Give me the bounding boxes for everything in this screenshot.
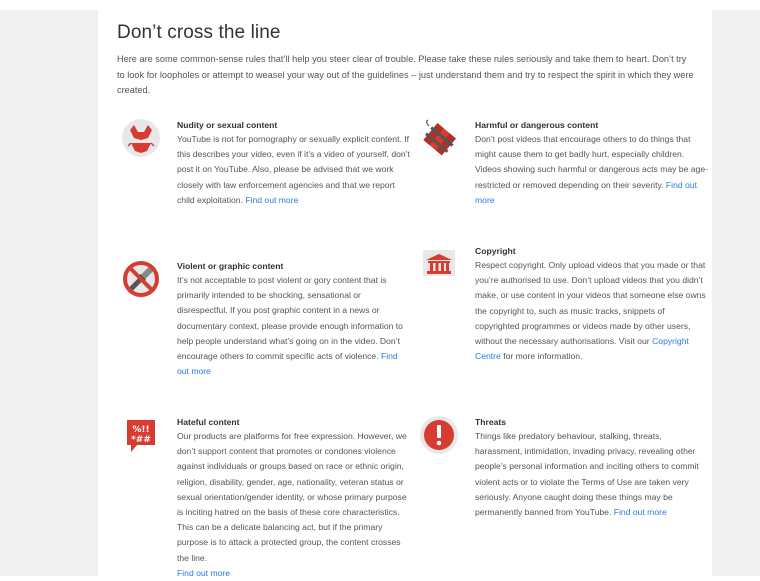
section-violent: Violent or graphic content It’s not acce… bbox=[123, 259, 412, 379]
section-harmful: Harmful or dangerous content Don’t post … bbox=[423, 118, 710, 208]
section-body: Our products are platforms for free expr… bbox=[177, 431, 407, 578]
page-margin-left bbox=[0, 10, 98, 576]
section-body: Don’t post videos that encourage others … bbox=[475, 134, 708, 205]
section-threats: Threats Things like predatory behaviour,… bbox=[420, 415, 710, 520]
section-hateful: %!! *## Hateful content Our products are… bbox=[127, 415, 412, 581]
section-title: Hateful content bbox=[177, 417, 240, 427]
find-out-more-link[interactable]: Find out more bbox=[245, 195, 298, 205]
find-out-more-link[interactable]: Find out more bbox=[177, 568, 230, 578]
find-out-more-link[interactable]: Find out more bbox=[614, 507, 667, 517]
intro-text: Here are some common-sense rules that’ll… bbox=[117, 54, 694, 95]
section-body: Respect copyright. Only upload videos th… bbox=[475, 260, 706, 362]
section-title: Violent or graphic content bbox=[177, 261, 284, 271]
exclamation-icon bbox=[420, 416, 458, 454]
speech-bubble-symbols-icon: %!! *## bbox=[127, 420, 155, 452]
section-nudity: Nudity or sexual content YouTube is not … bbox=[122, 118, 412, 208]
dynamite-icon bbox=[423, 119, 456, 156]
guidelines-panel: Don’t cross the line Here are some commo… bbox=[98, 10, 712, 578]
section-body: YouTube is not for pornography or sexual… bbox=[177, 134, 410, 205]
bikini-icon bbox=[122, 119, 160, 157]
svg-text:*##: *## bbox=[131, 435, 151, 445]
page-title: Don’t cross the line bbox=[117, 22, 281, 43]
section-title: Harmful or dangerous content bbox=[475, 120, 599, 130]
section-body: Things like predatory behaviour, stalkin… bbox=[475, 431, 699, 518]
courthouse-icon bbox=[423, 250, 455, 276]
section-title: Threats bbox=[475, 417, 507, 427]
page-margin-right bbox=[712, 10, 760, 576]
section-copyright: Copyright Respect copyright. Only upload… bbox=[423, 244, 710, 364]
section-title: Copyright bbox=[475, 246, 516, 256]
svg-text:%!!: %!! bbox=[132, 425, 149, 435]
section-title: Nudity or sexual content bbox=[177, 120, 278, 130]
section-body: It’s not acceptable to post violent or g… bbox=[177, 275, 403, 377]
no-knife-icon bbox=[123, 261, 159, 297]
